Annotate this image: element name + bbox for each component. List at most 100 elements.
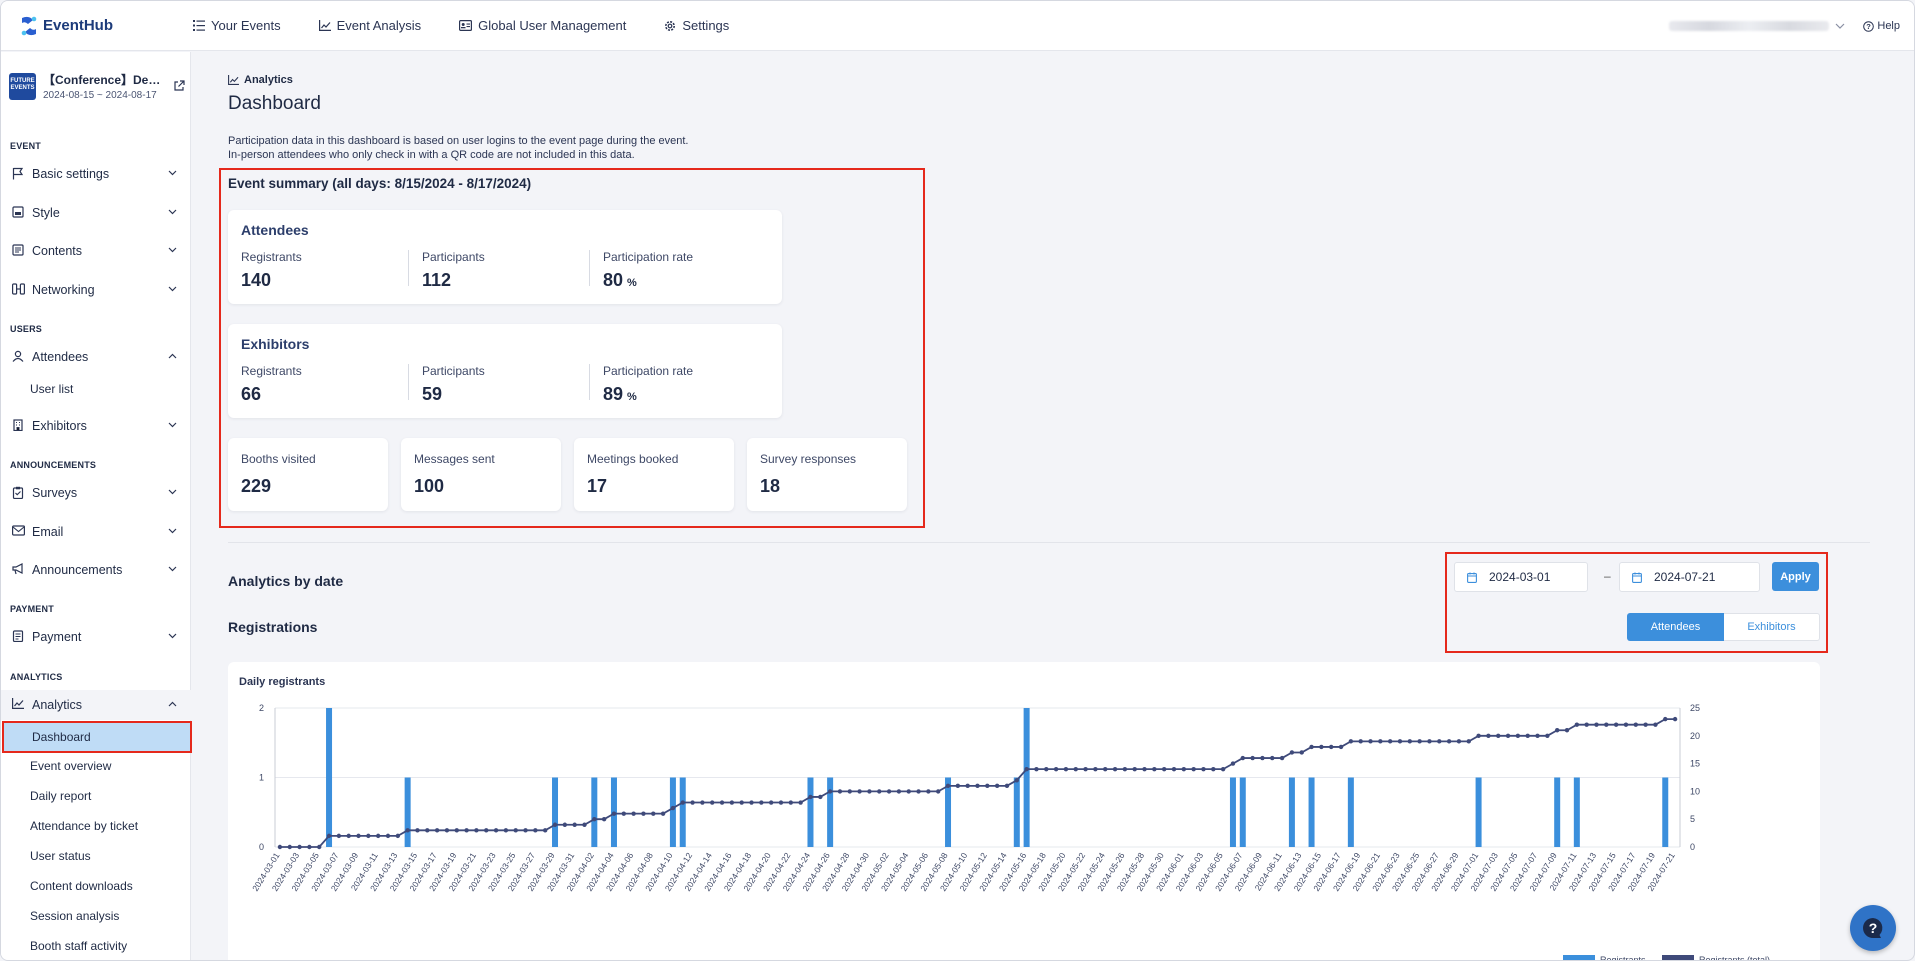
list-icon bbox=[193, 20, 205, 31]
chart-line-icon bbox=[318, 20, 331, 31]
toggle-exhibitors[interactable]: Exhibitors bbox=[1724, 613, 1820, 641]
registrants-total-point bbox=[1456, 739, 1462, 744]
chevron-down-icon[interactable] bbox=[1835, 23, 1845, 29]
registrants-total-point bbox=[1574, 722, 1580, 727]
sidebar-item-daily-report[interactable]: Daily report bbox=[1, 783, 191, 809]
sidebar-item-attendees[interactable]: Attendees bbox=[1, 342, 191, 372]
registrants-total-point bbox=[1653, 722, 1658, 727]
registrants-total-point bbox=[700, 800, 705, 805]
end-date-input[interactable]: 2024-07-21 bbox=[1619, 562, 1760, 592]
registrants-total-point bbox=[631, 811, 636, 816]
eventhub-logo-icon bbox=[21, 16, 37, 35]
registrants-total-point bbox=[690, 800, 695, 805]
registrants-total-line bbox=[279, 718, 1676, 848]
user-menu[interactable] bbox=[1669, 21, 1830, 31]
registrants-total-point bbox=[1594, 722, 1599, 727]
sidebar-item-user-list[interactable]: User list bbox=[1, 376, 191, 402]
registrants-total-point bbox=[356, 833, 361, 839]
sidebar-item-basic-settings[interactable]: Basic settings bbox=[1, 159, 191, 189]
registrants-total-point bbox=[1338, 744, 1344, 750]
attendees-participants-stat: Participants 112 bbox=[422, 250, 485, 291]
sidebar-item-networking[interactable]: Networking bbox=[1, 275, 191, 305]
registrants-total-point bbox=[1672, 716, 1678, 722]
section-label-event: EVENT bbox=[10, 141, 42, 151]
nav-settings[interactable]: Settings bbox=[664, 18, 729, 33]
y2-tick-label: 10 bbox=[1690, 786, 1700, 796]
sidebar-item-payment[interactable]: Payment bbox=[1, 622, 191, 652]
event-dates: 2024-08-15 ~ 2024-08-17 bbox=[43, 90, 157, 101]
registrants-total-point bbox=[533, 828, 538, 833]
clipboard-icon bbox=[12, 486, 24, 499]
sidebar-item-label: Content downloads bbox=[30, 879, 133, 893]
sidebar-item-label: Analytics bbox=[32, 698, 83, 712]
sidebar-item-surveys[interactable]: Surveys bbox=[1, 478, 191, 508]
event-name[interactable]: 【Conference】De… bbox=[43, 71, 167, 88]
apply-button[interactable]: Apply bbox=[1772, 562, 1819, 591]
sidebar-item-user-status[interactable]: User status bbox=[1, 843, 191, 869]
sidebar-item-email[interactable]: Email bbox=[1, 517, 191, 547]
nav-your-events[interactable]: Your Events bbox=[193, 18, 281, 33]
app-name: EventHub bbox=[43, 17, 114, 34]
registrants-total-point bbox=[1289, 750, 1295, 755]
divider bbox=[408, 364, 409, 400]
registrants-total-point bbox=[1437, 739, 1442, 744]
registrants-bar bbox=[827, 777, 834, 847]
registrants-bar bbox=[1347, 777, 1354, 847]
registrants-total-point bbox=[641, 811, 646, 816]
rate-unit: % bbox=[627, 277, 637, 289]
registrants-total-point bbox=[1024, 766, 1029, 772]
registrants-total-point bbox=[1358, 739, 1363, 744]
nav-event-analysis[interactable]: Event Analysis bbox=[318, 18, 421, 33]
registrations-title: Registrations bbox=[228, 619, 318, 635]
chevron-down-icon bbox=[168, 528, 177, 534]
chevron-down-icon bbox=[168, 566, 177, 572]
sidebar-item-dashboard[interactable]: Dashboard bbox=[2, 721, 192, 753]
envelope-icon bbox=[12, 525, 25, 536]
sidebar-item-contents[interactable]: Contents bbox=[1, 236, 191, 266]
page-title: Dashboard bbox=[228, 93, 321, 114]
nav-global-user-management[interactable]: Global User Management bbox=[459, 18, 626, 33]
sidebar-item-content-downloads[interactable]: Content downloads bbox=[1, 873, 191, 899]
sidebar-item-session-analysis[interactable]: Session analysis bbox=[1, 903, 191, 929]
sidebar-item-label: Session analysis bbox=[30, 909, 120, 923]
registrants-total-point bbox=[1211, 766, 1216, 772]
sidebar-item-event-overview[interactable]: Event overview bbox=[1, 753, 191, 779]
registrants-total-point bbox=[346, 833, 351, 839]
registrants-total-point bbox=[1014, 778, 1020, 783]
section-label-analytics: ANALYTICS bbox=[10, 672, 63, 682]
sidebar-item-attendance-by-ticket[interactable]: Attendance by ticket bbox=[1, 813, 191, 839]
stat-label: Registrants bbox=[241, 364, 302, 378]
breadcrumb-label[interactable]: Analytics bbox=[244, 74, 293, 86]
exhibitors-card: Exhibitors Registrants 66 Participants 5… bbox=[228, 324, 782, 418]
app-logo[interactable]: EventHub bbox=[19, 15, 169, 37]
toggle-attendees[interactable]: Attendees bbox=[1627, 613, 1724, 641]
support-chat-button[interactable]: ? bbox=[1850, 905, 1896, 951]
registrants-total-point bbox=[1093, 766, 1098, 772]
registrants-total-point bbox=[798, 800, 803, 805]
sidebar-item-announcements[interactable]: Announcements bbox=[1, 555, 191, 585]
start-date-input[interactable]: 2024-03-01 bbox=[1454, 562, 1588, 592]
registrants-total-point bbox=[277, 844, 283, 850]
help-link[interactable]: ? Help bbox=[1863, 20, 1900, 32]
sidebar-item-label: User list bbox=[30, 382, 74, 396]
sidebar-item-exhibitors[interactable]: Exhibitors bbox=[1, 411, 191, 441]
registrants-total-point bbox=[1643, 722, 1648, 727]
registrants-total-point bbox=[759, 800, 764, 805]
breadcrumb: Analytics bbox=[228, 74, 293, 86]
external-link-icon[interactable] bbox=[173, 80, 185, 92]
sidebar-item-booth-staff-activity[interactable]: Booth staff activity bbox=[1, 933, 191, 959]
stat-value: 66 bbox=[241, 384, 262, 404]
sidebar-item-analytics[interactable]: Analytics bbox=[1, 690, 191, 720]
registrants-total-point bbox=[739, 800, 744, 805]
sidebar-item-label: Announcements bbox=[32, 563, 123, 577]
stat-value: 229 bbox=[241, 476, 272, 496]
registrants-bar bbox=[552, 777, 559, 847]
chevron-up-icon bbox=[168, 701, 177, 707]
registrants-total-point bbox=[1201, 766, 1206, 772]
sidebar-item-style[interactable]: Style bbox=[1, 198, 191, 228]
analytics-by-date-title: Analytics by date bbox=[228, 573, 344, 589]
registrants-total-point bbox=[729, 800, 735, 805]
nav-global-user-management-label: Global User Management bbox=[478, 18, 627, 33]
registrants-bar bbox=[1288, 777, 1295, 847]
date-separator: – bbox=[1604, 569, 1611, 583]
